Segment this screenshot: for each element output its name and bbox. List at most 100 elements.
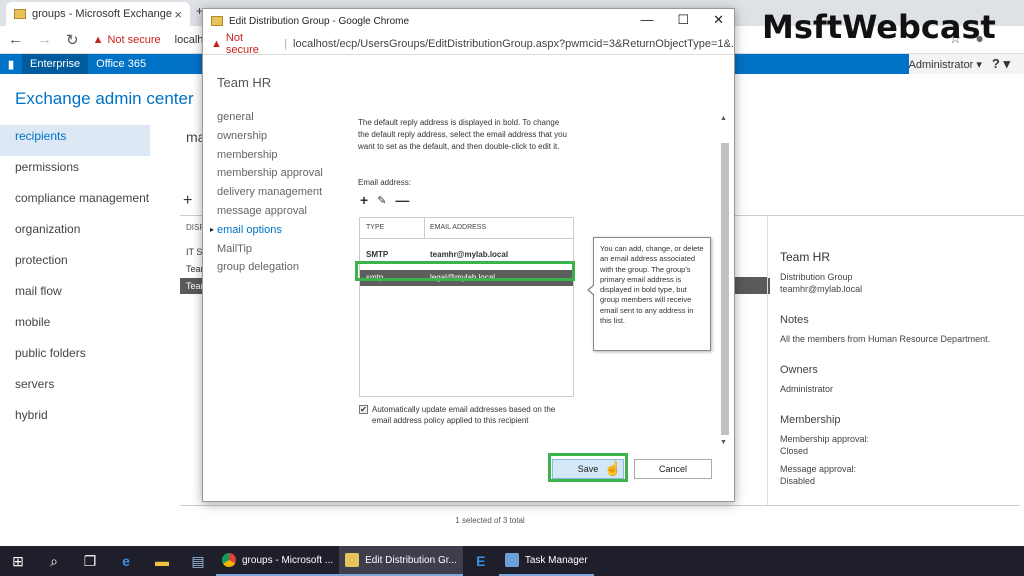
window-title: Edit Distribution Group - Google Chrome [229,15,410,27]
reload-icon[interactable]: ↻ [66,31,79,49]
nav-organization[interactable]: organization [0,218,150,249]
column-divider [424,218,425,238]
divider [180,505,1020,506]
auto-update-label: Automatically update email addresses bas… [372,405,556,425]
tab-title: groups - Microsoft Exchange [32,8,173,20]
message-approval-value: Disabled [780,476,816,486]
details-type: Distribution Group [780,272,853,282]
email-toolbar: + ✎ — [360,192,409,208]
taskbar-app-task-manager[interactable]: Task Manager [498,546,594,576]
not-secure-badge[interactable]: ▲ Not secure [93,34,161,46]
membership-label: Membership [780,414,841,426]
add-icon[interactable]: + [183,192,192,210]
column-header-type[interactable]: TYPE [366,218,384,238]
auto-update-option[interactable]: ✔ Automatically update email addresses b… [359,404,559,426]
help-tooltip: You can add, change, or delete an email … [587,237,711,351]
scroll-up-icon[interactable]: ▲ [720,115,727,122]
server-manager-icon[interactable]: ▤ [180,546,216,576]
separator: | [284,37,288,50]
edge-icon[interactable]: e [108,546,144,576]
group-settings-nav: general ownership membership membership … [210,108,323,277]
forward-icon[interactable]: → [37,31,52,48]
message-approval-label: Message approval: [780,464,857,474]
notes-value: All the members from Human Resource Depa… [780,334,991,344]
office-logo-icon[interactable]: ▮ [0,54,22,74]
nav-mobile[interactable]: mobile [0,311,150,342]
window-app-icon [211,16,223,26]
close-icon[interactable]: ✕ [713,12,724,28]
membership-approval-label: Membership approval: [780,434,870,444]
back-icon[interactable]: ← [8,31,23,48]
scrollbar-thumb[interactable] [721,143,729,435]
list-item[interactable]: IT S [186,247,202,257]
details-email: teamhr@mylab.local [780,284,863,294]
remove-icon[interactable]: — [395,192,409,208]
taskbar-app-edit-distribution[interactable]: Edit Distribution Gr... [339,546,463,576]
task-manager-icon [504,553,519,567]
edit-icon[interactable]: ✎ [377,194,386,207]
windows-start-icon[interactable]: ⊞ [0,546,36,576]
tab-ownership[interactable]: ownership [217,127,323,146]
hand-cursor-icon: ☝ [604,460,622,476]
nav-recipients[interactable]: recipients [0,125,150,156]
tab-membership[interactable]: membership [217,146,323,165]
admin-menu: Administrator ▾ ? ▾ [908,54,1024,74]
details-pane: Team HR Distribution Group teamhr@mylab.… [767,215,1024,505]
nav-enterprise[interactable]: Enterprise [22,54,89,74]
nav-servers[interactable]: servers [0,373,150,404]
warning-icon: ▲ [92,33,104,46]
eac-left-nav: recipients permissions compliance manage… [0,125,150,435]
popup-address-bar: ▲ Not secure | localhost/ecp/UsersGroups/… [203,32,734,56]
app-window-icon [345,553,360,567]
scroll-down-icon[interactable]: ▼ [720,439,727,446]
header-divider [360,238,573,239]
tab-favicon-icon [14,9,26,19]
nav-mail-flow[interactable]: mail flow [0,280,150,311]
help-menu[interactable]: ? ▾ [992,56,1010,72]
watermark-logo: MsftWebcast [762,8,996,46]
column-header-email[interactable]: EMAIL ADDRESS [430,218,486,238]
admin-user-menu[interactable]: Administrator ▾ [909,58,982,71]
chrome-icon [222,553,236,567]
tab-close-icon[interactable]: × [174,7,182,22]
membership-approval-value: Closed [780,446,809,456]
list-status: 1 selected of 3 total [455,516,525,525]
group-name-heading: Team HR [217,75,272,90]
taskbar-app-chrome-groups[interactable]: groups - Microsoft ... [216,546,340,576]
tab-general[interactable]: general [217,108,323,127]
email-address-table: TYPE EMAIL ADDRESS SMTP teamhr@mylab.loc… [359,217,574,397]
auto-update-checkbox[interactable]: ✔ [359,405,368,414]
task-view-icon[interactable]: ❐ [72,546,108,576]
owners-label: Owners [780,364,818,376]
highlight-box [355,261,575,281]
nav-permissions[interactable]: permissions [0,156,150,187]
tab-group-delegation[interactable]: group delegation [217,258,323,277]
eac-title: Exchange admin center [15,89,194,108]
browser-tab[interactable]: groups - Microsoft Exchange × [6,2,190,26]
maximize-icon[interactable]: ☐ [677,12,689,28]
details-title: Team HR [780,250,831,264]
not-secure-badge[interactable]: ▲ Not secure [211,32,278,56]
warning-icon: ▲ [211,37,222,50]
notes-label: Notes [780,314,809,326]
popup-url[interactable]: localhost/ecp/UsersGroups/EditDistributi… [293,38,734,50]
nav-compliance-management[interactable]: compliance management [0,187,150,218]
email-options-description: The default reply address is displayed i… [358,118,568,151]
owners-value: Administrator [780,384,834,394]
tab-delivery-management[interactable]: delivery management [217,183,323,202]
nav-hybrid[interactable]: hybrid [0,404,150,435]
nav-public-folders[interactable]: public folders [0,342,150,373]
search-icon[interactable]: ⌕ [36,546,72,576]
nav-office365[interactable]: Office 365 [88,58,154,70]
tab-message-approval[interactable]: message approval [217,202,323,221]
tab-email-options[interactable]: email options [210,221,323,240]
minimize-icon[interactable]: — [640,12,653,28]
nav-protection[interactable]: protection [0,249,150,280]
exchange-icon[interactable]: E [463,546,499,576]
tab-membership-approval[interactable]: membership approval [217,164,323,183]
add-icon[interactable]: + [360,192,368,208]
file-explorer-icon[interactable]: ▬ [144,546,180,576]
tab-mailtip[interactable]: MailTip [217,240,323,259]
cancel-button[interactable]: Cancel [634,459,712,479]
email-address-label: Email address: [358,178,411,187]
